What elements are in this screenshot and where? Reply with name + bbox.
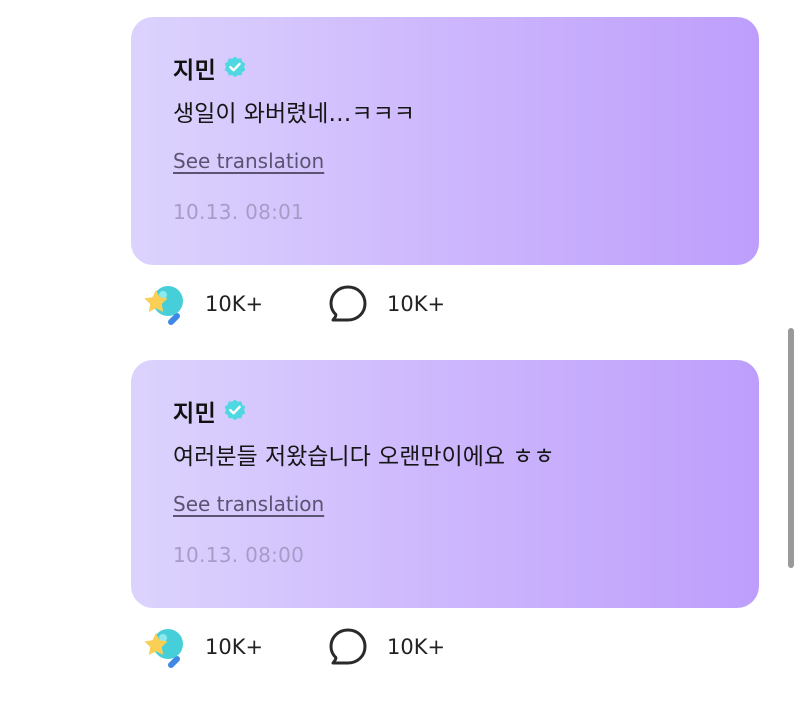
- post-bubble[interactable]: 지민 생일이 와버렸네…ㅋㅋㅋ See translation 10.13. 0…: [131, 17, 759, 265]
- post-timestamp: 10.13. 08:00: [173, 543, 305, 567]
- like-count: 10K+: [205, 292, 264, 316]
- post-text: 생일이 와버렸네…ㅋㅋㅋ: [173, 101, 415, 127]
- verified-badge-icon: [222, 55, 248, 81]
- post-timestamp: 10.13. 08:01: [173, 200, 305, 224]
- like-count: 10K+: [205, 635, 264, 659]
- author-name: 지민: [173, 58, 217, 84]
- see-translation-link[interactable]: See translation: [173, 149, 324, 173]
- post-text: 여러분들 저왔습니다 오랜만이에요 ㅎㅎ: [173, 444, 555, 470]
- see-translation-link[interactable]: See translation: [173, 492, 324, 516]
- author-row: 지민: [173, 51, 717, 85]
- speech-bubble-icon: [327, 626, 369, 668]
- author-name: 지민: [173, 401, 217, 427]
- post-bubble[interactable]: 지민 여러분들 저왔습니다 오랜만이에요 ㅎㅎ See translation …: [131, 360, 759, 608]
- star-heart-icon: [141, 623, 189, 671]
- post-card: 지민 여러분들 저왔습니다 오랜만이에요 ㅎㅎ See translation …: [131, 360, 759, 673]
- author-row: 지민: [173, 394, 717, 428]
- like-button[interactable]: 10K+: [141, 627, 264, 668]
- post-actions: 10K+ 10K+: [131, 278, 759, 330]
- comment-count: 10K+: [387, 292, 446, 316]
- artist-post-feed: 지민 생일이 와버렸네…ㅋㅋㅋ See translation 10.13. 0…: [0, 0, 800, 710]
- verified-badge-icon: [222, 398, 248, 424]
- speech-bubble-icon: [327, 283, 369, 325]
- comment-button[interactable]: 10K+: [327, 284, 445, 324]
- post-card: 지민 생일이 와버렸네…ㅋㅋㅋ See translation 10.13. 0…: [131, 17, 759, 330]
- comment-count: 10K+: [387, 635, 446, 659]
- like-button[interactable]: 10K+: [141, 284, 264, 325]
- post-actions: 10K+ 10K+: [131, 621, 759, 673]
- star-heart-icon: [141, 280, 189, 328]
- vertical-scrollbar[interactable]: [788, 328, 794, 568]
- comment-button[interactable]: 10K+: [327, 627, 445, 667]
